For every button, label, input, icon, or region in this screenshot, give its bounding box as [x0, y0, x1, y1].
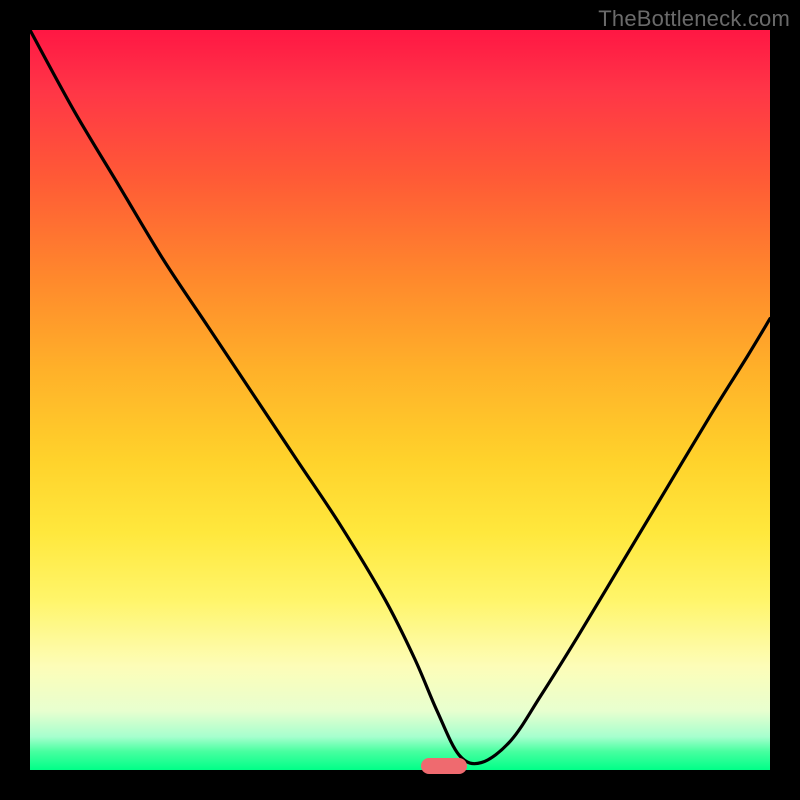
- bottleneck-curve: [30, 30, 770, 770]
- plot-area: [30, 30, 770, 770]
- watermark-text: TheBottleneck.com: [598, 6, 790, 32]
- optimum-marker: [421, 758, 467, 774]
- curve-path: [30, 30, 770, 764]
- chart-frame: TheBottleneck.com: [0, 0, 800, 800]
